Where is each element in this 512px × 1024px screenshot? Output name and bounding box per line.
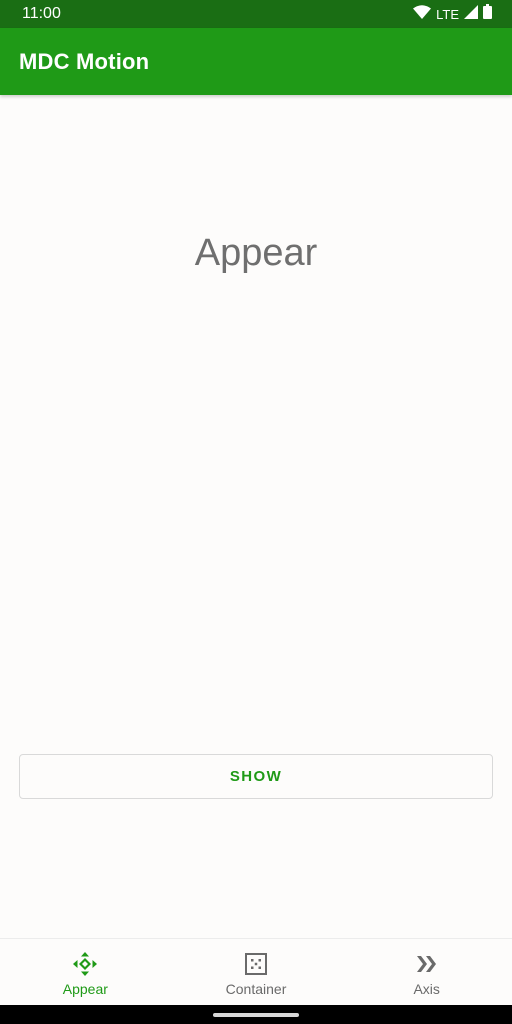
nav-label-axis: Axis <box>413 981 440 997</box>
nav-item-axis[interactable]: Axis <box>341 939 512 1005</box>
nav-item-appear[interactable]: Appear <box>0 939 171 1005</box>
bottom-navigation: Appear Container Axis <box>0 938 512 1005</box>
system-navigation-bar <box>0 1005 512 1024</box>
show-button[interactable]: SHOW <box>19 754 493 799</box>
status-time: 11:00 <box>22 5 61 22</box>
status-bar: 11:00 LTE <box>0 0 512 28</box>
status-icons: LTE <box>413 4 492 24</box>
nav-item-container[interactable]: Container <box>171 939 342 1005</box>
network-type: LTE <box>436 6 459 22</box>
nav-label-appear: Appear <box>62 981 108 997</box>
appear-icon <box>72 951 98 977</box>
page-heading: Appear <box>194 232 318 274</box>
container-icon <box>243 951 269 977</box>
wifi-icon <box>413 4 432 24</box>
home-gesture-handle[interactable] <box>213 1013 299 1017</box>
app-title: MDC Motion <box>19 48 150 74</box>
app-bar: MDC Motion <box>0 28 512 95</box>
signal-icon <box>464 4 478 24</box>
battery-icon <box>483 4 492 24</box>
axis-icon <box>414 951 440 977</box>
nav-label-container: Container <box>225 981 287 997</box>
